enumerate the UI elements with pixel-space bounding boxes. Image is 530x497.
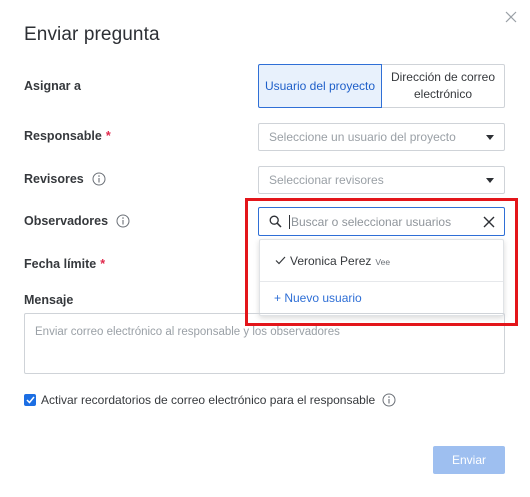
revisores-label-text: Revisores	[24, 172, 84, 186]
chevron-down-icon	[486, 178, 494, 183]
observadores-dropdown: Veronica Perez Vee + Nuevo usuario	[259, 239, 504, 316]
observadores-label-text: Observadores	[24, 214, 109, 228]
observadores-search-input[interactable]: Buscar o seleccionar usuarios	[258, 207, 505, 236]
user-name: Veronica Perez	[290, 253, 372, 268]
reminder-label: Activar recordatorios de correo electrón…	[41, 393, 376, 407]
responsable-label-text: Responsable	[24, 129, 102, 143]
required-marker: *	[105, 129, 111, 143]
responsable-select[interactable]: Seleccione un usuario del proyecto	[258, 123, 505, 151]
responsable-placeholder: Seleccione un usuario del proyecto	[269, 130, 456, 144]
fecha-limite-label-text: Fecha límite	[24, 257, 97, 271]
fecha-limite-label: Fecha límite *	[24, 257, 105, 271]
new-user-link[interactable]: + Nuevo usuario	[274, 291, 362, 305]
message-textarea[interactable]: Enviar correo electrónico al responsable…	[24, 313, 505, 374]
message-placeholder: Enviar correo electrónico al responsable…	[35, 326, 340, 338]
info-icon[interactable]	[382, 393, 396, 407]
send-question-dialog: Enviar pregunta Asignar a Usuario del pr…	[0, 0, 530, 497]
responsable-label: Responsable *	[24, 129, 111, 143]
info-icon[interactable]	[116, 214, 130, 228]
revisores-select[interactable]: Seleccionar revisores	[258, 166, 505, 194]
mensaje-label: Mensaje	[24, 293, 73, 307]
search-placeholder: Buscar o seleccionar usuarios	[291, 214, 452, 229]
submit-button[interactable]: Enviar	[433, 446, 505, 474]
revisores-placeholder: Seleccionar revisores	[269, 173, 384, 187]
text-cursor	[289, 214, 290, 229]
dropdown-option-user[interactable]: Veronica Perez Vee	[260, 240, 503, 282]
dialog-title: Enviar pregunta	[24, 24, 160, 45]
checkmark-icon	[25, 396, 35, 404]
assign-option-email[interactable]: Dirección de correo electrónico	[382, 64, 505, 108]
reminder-checkbox[interactable]	[24, 394, 36, 406]
mensaje-label-text: Mensaje	[24, 293, 74, 307]
search-icon	[269, 215, 282, 228]
user-tag: Vee	[375, 256, 391, 267]
close-icon[interactable]	[505, 11, 517, 23]
assign-label-text: Asignar a	[24, 79, 81, 93]
check-icon	[275, 256, 286, 265]
assign-option-project-user[interactable]: Usuario del proyecto	[258, 64, 382, 108]
chevron-down-icon	[486, 135, 494, 140]
required-marker: *	[100, 257, 106, 271]
info-icon[interactable]	[92, 172, 106, 186]
reminder-row: Activar recordatorios de correo electrón…	[24, 393, 396, 407]
assign-label: Asignar a	[24, 79, 81, 93]
revisores-label: Revisores	[24, 172, 106, 186]
observadores-label: Observadores	[24, 214, 130, 228]
assign-segmented-control: Usuario del proyecto Dirección de correo…	[258, 64, 505, 108]
clear-icon[interactable]	[483, 216, 495, 228]
